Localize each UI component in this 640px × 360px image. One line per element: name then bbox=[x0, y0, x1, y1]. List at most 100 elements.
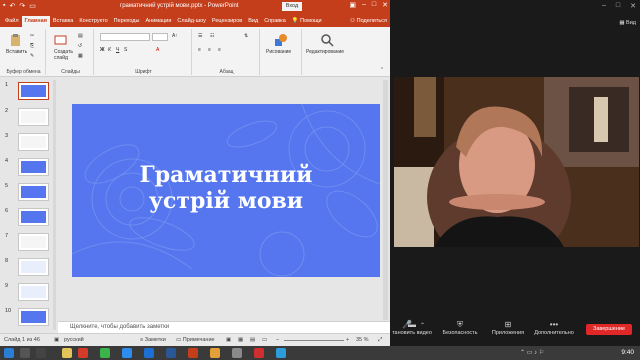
bold-icon[interactable]: Ж bbox=[100, 47, 105, 53]
tab-animations[interactable]: Анимации bbox=[142, 16, 174, 27]
ribbon-display-icon[interactable]: ▣ bbox=[349, 1, 356, 9]
notes-pane[interactable]: Щелкните, чтобы добавить заметки bbox=[58, 321, 390, 333]
present-icon[interactable]: ▭ bbox=[29, 2, 36, 10]
slide-thumbnail-7[interactable] bbox=[18, 233, 49, 251]
slide-thumbnail-10[interactable] bbox=[18, 308, 49, 326]
more-button[interactable]: ••• Дополнительно bbox=[534, 320, 574, 336]
section-icon[interactable]: ▦ bbox=[78, 53, 83, 59]
end-meeting-button[interactable]: Завершение bbox=[586, 324, 632, 335]
font-size-select[interactable] bbox=[152, 33, 168, 41]
drawing-button[interactable]: Рисование bbox=[266, 49, 291, 55]
cut-icon[interactable]: ✂ bbox=[30, 33, 34, 39]
slideshow-view-icon[interactable]: ▭ bbox=[262, 337, 267, 343]
normal-view-icon[interactable]: ▣ bbox=[226, 337, 231, 343]
shadow-icon[interactable]: S bbox=[124, 47, 127, 53]
zoom-in-icon[interactable]: + bbox=[346, 337, 349, 343]
slide-thumbnail-8[interactable] bbox=[18, 258, 49, 276]
language-indicator[interactable]: русский bbox=[64, 337, 84, 343]
share-button[interactable]: ⚇ Поделиться bbox=[347, 16, 390, 27]
underline-icon[interactable]: Ч bbox=[116, 47, 119, 53]
close-icon[interactable]: ✕ bbox=[630, 2, 636, 10]
paste-icon[interactable] bbox=[9, 33, 23, 47]
tab-home[interactable]: Главная bbox=[21, 16, 50, 27]
collapse-ribbon-icon[interactable]: ⌃ bbox=[380, 67, 384, 73]
font-color-icon[interactable]: A bbox=[156, 47, 159, 53]
format-painter-icon[interactable]: ✎ bbox=[30, 53, 34, 59]
copy-icon[interactable]: ⎘ bbox=[30, 43, 34, 49]
slide-thumbnail-6[interactable] bbox=[18, 208, 49, 226]
powerpoint-app-icon[interactable] bbox=[188, 348, 198, 358]
tab-transitions[interactable]: Переходы bbox=[111, 16, 143, 27]
minimize-icon[interactable]: – bbox=[602, 2, 606, 10]
tab-file[interactable]: Файл bbox=[2, 16, 22, 27]
new-slide-icon[interactable] bbox=[54, 33, 68, 47]
slide-thumbnail-3[interactable] bbox=[18, 133, 49, 151]
telegram-icon[interactable] bbox=[276, 348, 286, 358]
slide-scrollbar[interactable] bbox=[383, 80, 388, 320]
slide-thumbnail-5[interactable] bbox=[18, 183, 49, 201]
tray-icons[interactable]: ⌃ ▭ ♪ ⚐ bbox=[520, 349, 544, 356]
opera-icon[interactable] bbox=[78, 348, 88, 358]
grow-font-icon[interactable]: A↑ bbox=[172, 33, 178, 39]
paste-button[interactable]: Вставить bbox=[6, 49, 27, 55]
video-button[interactable]: ▬ тановить видео bbox=[392, 320, 432, 336]
bullets-icon[interactable]: ☰ bbox=[198, 33, 202, 39]
tab-help[interactable]: Справка bbox=[261, 16, 289, 27]
align-right-icon[interactable]: ≡ bbox=[218, 47, 221, 53]
slide-thumbnail-2[interactable] bbox=[18, 108, 49, 126]
editing-button[interactable]: Редактирование bbox=[306, 49, 344, 55]
comments-toggle[interactable]: ▭ Примечание bbox=[176, 337, 215, 343]
file-explorer-icon[interactable] bbox=[62, 348, 72, 358]
security-button[interactable]: ⛨ Безопасность bbox=[440, 320, 480, 336]
fit-slide-icon[interactable]: ⤢ bbox=[378, 337, 382, 344]
apps-button[interactable]: ⊞ Приложения bbox=[488, 320, 528, 336]
task-view-icon[interactable] bbox=[36, 348, 46, 358]
word-icon[interactable] bbox=[166, 348, 176, 358]
clock[interactable]: 9:40 bbox=[621, 349, 634, 356]
spellcheck-icon[interactable]: ▣ bbox=[54, 337, 59, 343]
slide-thumbnail-1[interactable] bbox=[18, 82, 49, 100]
search-icon[interactable] bbox=[20, 348, 30, 358]
font-family-select[interactable] bbox=[100, 33, 150, 41]
notes-toggle[interactable]: ≡ Заметки bbox=[140, 337, 166, 343]
folder-icon[interactable] bbox=[210, 348, 220, 358]
view-button[interactable]: ▦ Вид bbox=[619, 20, 636, 26]
zoom-level[interactable]: 35 % bbox=[356, 337, 369, 343]
layout-icon[interactable]: ▤ bbox=[78, 33, 83, 39]
tab-view[interactable]: Вид bbox=[245, 16, 261, 27]
tab-design[interactable]: Конструкто bbox=[76, 16, 110, 27]
signin-button[interactable]: Вход bbox=[282, 2, 302, 11]
find-icon[interactable] bbox=[320, 33, 334, 47]
text-direction-icon[interactable]: ⇅ bbox=[244, 33, 248, 39]
current-slide[interactable]: Граматичний устрій мови bbox=[72, 104, 380, 277]
align-left-icon[interactable]: ≡ bbox=[198, 47, 201, 53]
start-icon[interactable] bbox=[4, 348, 14, 358]
close-icon[interactable]: ✕ bbox=[382, 1, 388, 9]
redo-icon[interactable]: ↷ bbox=[19, 2, 25, 10]
italic-icon[interactable]: К bbox=[108, 47, 111, 53]
tab-insert[interactable]: Вставка bbox=[50, 16, 76, 27]
minimize-icon[interactable]: – bbox=[362, 1, 366, 9]
zoom-slider[interactable] bbox=[284, 340, 344, 341]
slide-thumbnail-9[interactable] bbox=[18, 283, 49, 301]
shapes-icon[interactable] bbox=[274, 33, 288, 47]
sorter-view-icon[interactable]: ▦ bbox=[238, 337, 243, 343]
zoom-out-icon[interactable]: – bbox=[276, 337, 279, 343]
maximize-icon[interactable]: □ bbox=[372, 1, 376, 9]
app-icon[interactable] bbox=[232, 348, 242, 358]
zoom-app-icon[interactable] bbox=[122, 348, 132, 358]
reading-view-icon[interactable]: ▤ bbox=[250, 337, 255, 343]
numbering-icon[interactable]: ☷ bbox=[210, 33, 214, 39]
chrome-icon[interactable] bbox=[100, 348, 110, 358]
slide-title[interactable]: Граматичний устрій мови bbox=[72, 162, 380, 214]
align-center-icon[interactable]: ≡ bbox=[208, 47, 211, 53]
tab-review[interactable]: Рецензиров bbox=[209, 16, 245, 27]
save-icon[interactable]: ▪ bbox=[3, 2, 5, 10]
maximize-icon[interactable]: □ bbox=[616, 2, 620, 10]
slide-thumbnail-4[interactable] bbox=[18, 158, 49, 176]
browser-icon[interactable] bbox=[144, 348, 154, 358]
media-icon[interactable] bbox=[254, 348, 264, 358]
thumbnails-scrollbar[interactable] bbox=[53, 80, 56, 330]
undo-icon[interactable]: ↶ bbox=[9, 2, 15, 10]
tab-slideshow[interactable]: Слайд-шоу bbox=[174, 16, 209, 27]
